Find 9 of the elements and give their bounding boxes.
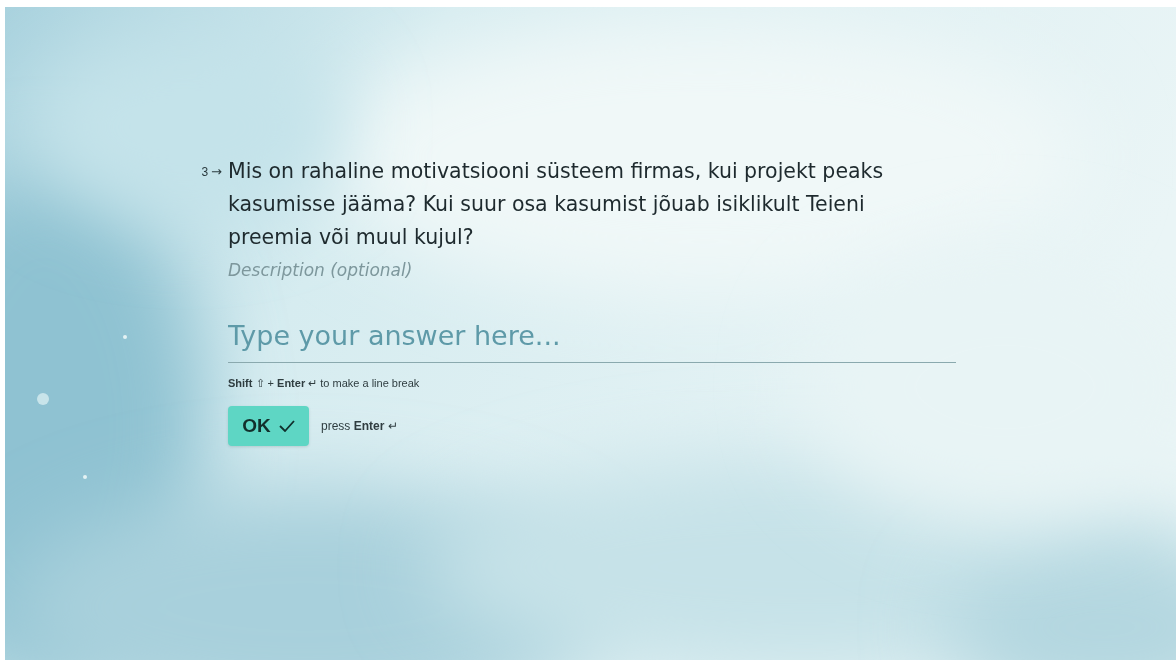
question-text: Mis on rahaline motivatsiooni süsteem firmas, kui projekt peaks kasumisse jääma? Kui suur osa kasumist jõuab isiklikult Teieni preemia või muul kujul? — [228, 158, 885, 251]
keyboard-hint: Shift ⇧ + Enter ↵ to make a line break — [228, 376, 421, 390]
ok-button[interactable]: OK — [228, 406, 309, 446]
question-description: Description (optional) — [228, 259, 414, 282]
check-icon — [278, 420, 295, 432]
question-number: 3 — [201, 164, 209, 181]
answer-field[interactable]: Type your answer here... — [228, 312, 956, 363]
arrow-icon: → — [211, 164, 222, 181]
enter-hint: press Enter ↵ — [321, 419, 398, 433]
